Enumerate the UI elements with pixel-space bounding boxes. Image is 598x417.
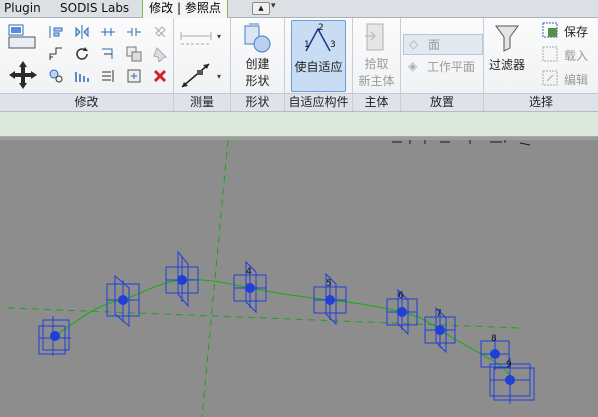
pick-new-host-icon [365, 23, 384, 51]
panel-adaptive-component: 1 2 3 使自适应 自适应构件 [285, 18, 353, 111]
panel-shape: 创建 形状 形状 [231, 18, 285, 111]
svg-text:1: 1 [304, 40, 310, 50]
scale-icon[interactable] [48, 68, 64, 84]
panel-label-adaptive-component: 自适应构件 [285, 93, 352, 111]
panel-host: 拾取 新主体 主体 [353, 18, 401, 111]
panel-label-modify: 修改 [0, 93, 173, 111]
mirror-pick-axis-icon[interactable] [74, 24, 90, 40]
pick-new-host-label-2: 新主体 [358, 74, 395, 88]
panel-selection: 过滤器 保存 载入 编辑 选择 [484, 18, 598, 111]
filter-icon[interactable] [494, 24, 520, 52]
array-icon[interactable] [74, 68, 90, 84]
trim-extend-icon[interactable] [100, 46, 116, 62]
filter-label[interactable]: 过滤器 [484, 57, 530, 74]
split-icon[interactable] [100, 24, 116, 40]
split-with-gap-icon[interactable] [126, 24, 142, 40]
unpin-icon [154, 26, 166, 38]
create-form-icon[interactable] [241, 22, 273, 54]
make-adaptive-icon: 1 2 3 [304, 23, 336, 52]
point-label: 4 [246, 267, 252, 277]
copy-icon[interactable] [126, 46, 142, 62]
point-label: 9 [506, 360, 512, 370]
panel-label-shape: 形状 [231, 93, 284, 111]
chevron-down-icon[interactable]: ▾ [271, 1, 276, 11]
ribbon-tab-bar: Plugin SODIS Labs 修改 | 参照点 ▲ ▾ [0, 0, 598, 18]
make-adaptive-button[interactable]: 1 2 3 使自适应 [291, 20, 346, 92]
align-icon[interactable] [48, 24, 64, 40]
panel-label-measure: 测量 [174, 93, 230, 111]
panel-modify: 修改 [0, 18, 174, 111]
create-form-label-1[interactable]: 创建 [231, 56, 284, 73]
delete-icon[interactable] [152, 68, 168, 84]
rotate-icon[interactable] [74, 46, 90, 62]
place-on-workplane-button: ◈ 工作平面 [403, 57, 481, 76]
panel-placement: ◇ 面 ◈ 工作平面 放置 [401, 18, 484, 111]
svg-text:2: 2 [318, 23, 324, 33]
measure-distance-icon[interactable] [179, 26, 219, 48]
face-icon: ◇ [409, 37, 419, 51]
chevron-down-icon[interactable]: ▾ [217, 32, 221, 41]
options-bar [0, 112, 598, 137]
tab-modify-reference-point[interactable]: 修改 | 参照点 [142, 0, 228, 18]
panel-measure: ▾ ▾ 测量 [174, 18, 231, 111]
quick-access-toggle-icon[interactable]: ▲ [252, 2, 270, 15]
drawing-canvas[interactable]: 4 5 6 7 8 9 [0, 140, 598, 417]
load-selection-icon [542, 46, 558, 62]
tab-plugin[interactable]: Plugin [4, 0, 41, 17]
chevron-down-icon[interactable]: ▾ [217, 72, 221, 81]
svg-text:3: 3 [330, 40, 336, 50]
point-label: 5 [326, 279, 332, 289]
save-selection-label[interactable]: 保存 [564, 23, 588, 40]
save-selection-icon[interactable] [542, 22, 558, 38]
create-form-label-2[interactable]: 形状 [231, 73, 284, 90]
tab-sodis-labs[interactable]: SODIS Labs [60, 0, 129, 17]
panel-label-host: 主体 [353, 93, 400, 111]
panel-label-placement: 放置 [401, 93, 483, 111]
workplane-icon: ◈ [408, 59, 418, 73]
point-label: 7 [436, 309, 442, 319]
move-icon[interactable] [126, 68, 142, 84]
make-adaptive-label: 使自适应 [294, 60, 343, 74]
pin-icon [153, 47, 167, 62]
pick-new-host-label-1: 拾取 [364, 57, 389, 71]
edit-selection-icon [542, 70, 558, 86]
place-on-workplane-label: 工作平面 [427, 60, 476, 74]
ribbon: 修改 ▾ ▾ 测量 创建 形状 形状 1 2 3 使自适应 自适应构件 拾取 新… [0, 18, 598, 112]
aligned-dimension-icon[interactable] [179, 60, 215, 90]
point-label: 6 [398, 291, 404, 301]
offset-icon[interactable] [48, 46, 64, 62]
place-on-face-button: ◇ 面 [403, 34, 483, 55]
point-label: 8 [491, 334, 497, 344]
place-on-face-label: 面 [428, 38, 441, 52]
load-selection-label: 载入 [564, 49, 589, 63]
move-arrows-icon[interactable] [8, 60, 38, 90]
modify-select-icon[interactable] [8, 24, 38, 50]
panel-label-selection: 选择 [484, 93, 598, 111]
trim-extend-multiple-icon[interactable] [100, 68, 116, 84]
edit-selection-label: 编辑 [564, 73, 589, 87]
